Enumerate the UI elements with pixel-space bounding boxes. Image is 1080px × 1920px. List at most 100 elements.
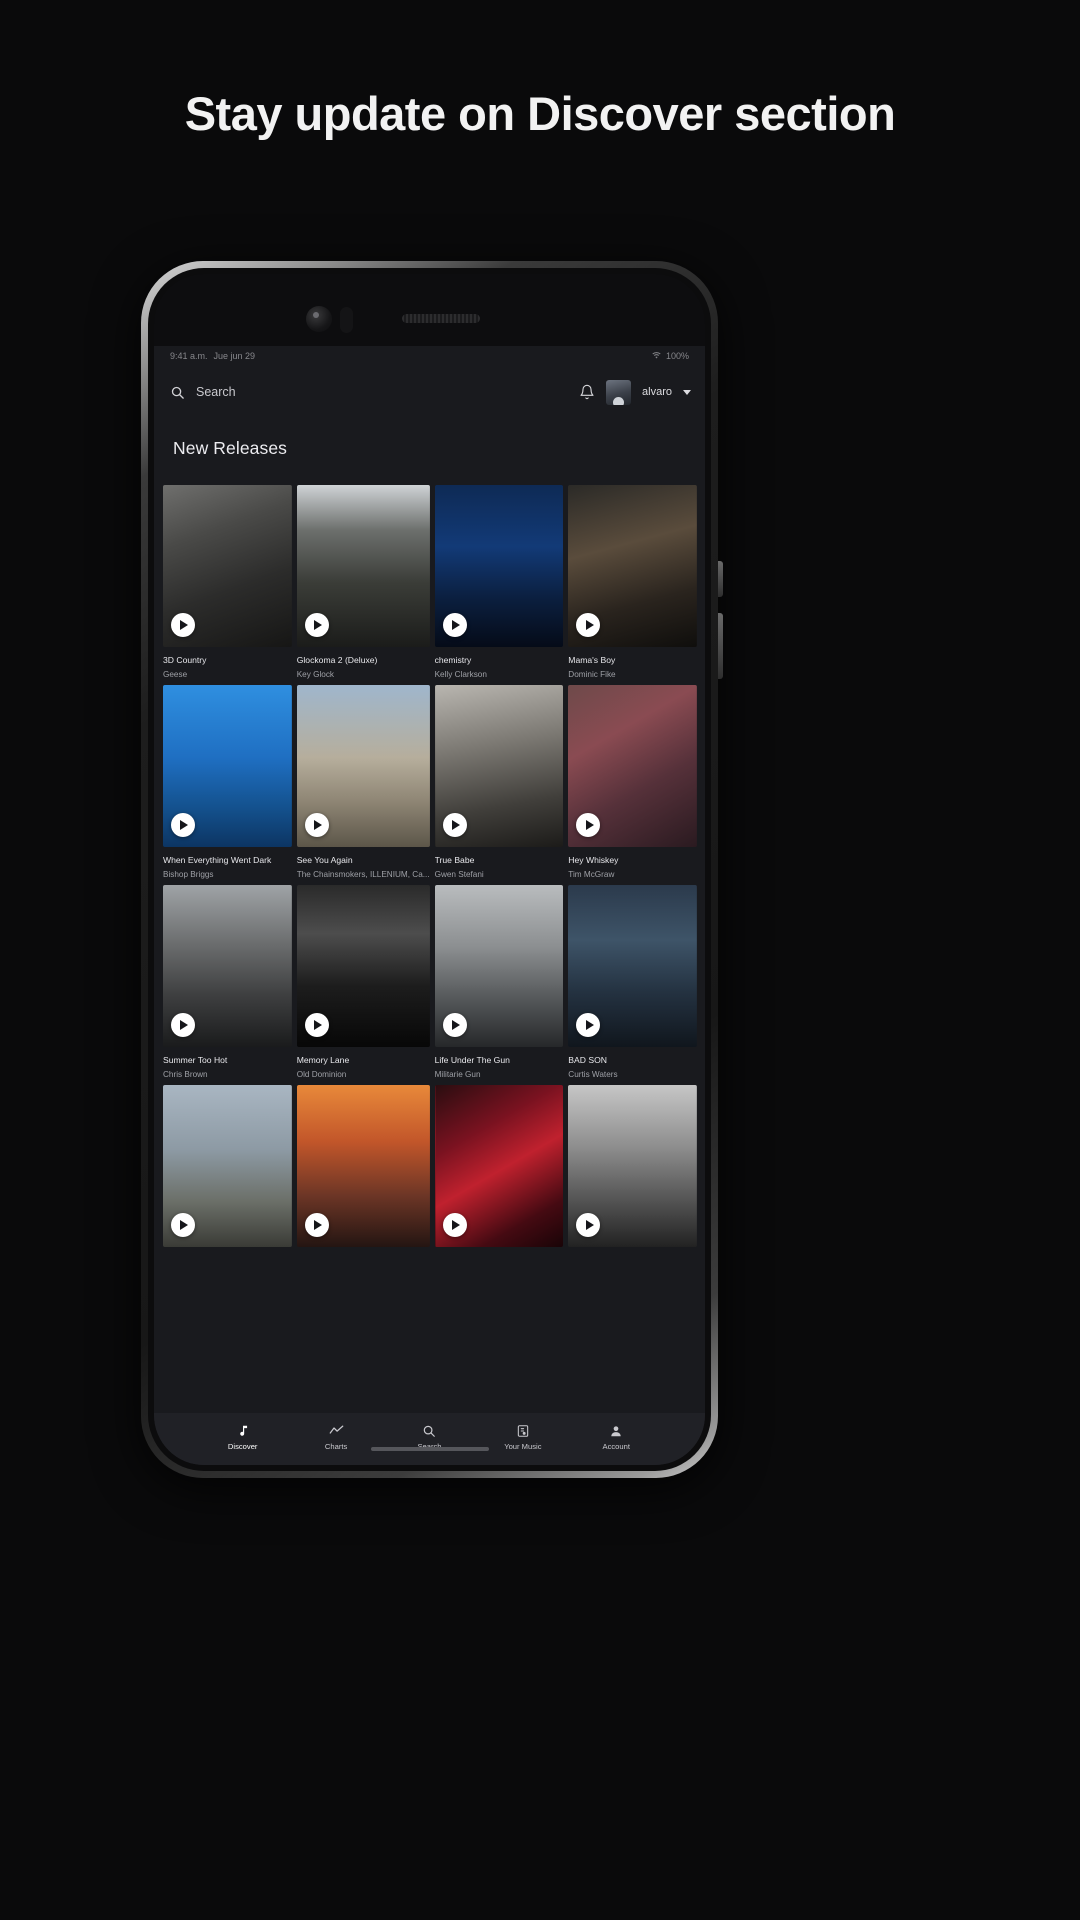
nav-item-account[interactable]: Account [588,1423,644,1451]
album-art[interactable] [434,685,564,847]
album-card[interactable]: Hey Whiskey Tim McGraw [568,685,697,879]
wifi-icon [652,351,661,361]
album-artist: Kelly Clarkson [434,670,487,679]
album-card[interactable]: True Babe Gwen Stefani [434,685,564,879]
album-card[interactable]: Glockoma 2 (Deluxe) Key Glock [296,485,430,679]
album-card[interactable] [568,1085,697,1260]
album-grid: 3D Country Geese Glockoma 2 (Deluxe) Key Gl… [154,459,705,1465]
album-artist: Curtis Waters [568,1070,618,1079]
library-icon [516,1423,530,1438]
album-card[interactable] [163,1085,292,1260]
album-art[interactable] [163,685,292,847]
play-button-icon[interactable] [576,813,601,837]
album-art[interactable] [296,1085,430,1247]
phone-mockup: 9:41 a.m. Jue jun 29 100% Search alvaro … [141,261,723,1478]
album-card[interactable]: Life Under The Gun Militarie Gun [434,885,564,1079]
play-button-icon[interactable] [304,1013,329,1037]
play-button-icon[interactable] [171,813,195,837]
phone-side-button-volume-down [718,613,723,679]
play-button-icon[interactable] [576,613,601,637]
album-art[interactable] [296,885,430,1047]
album-art[interactable] [163,1085,292,1247]
album-artist: Gwen Stefani [434,870,484,879]
album-artist: Key Glock [296,670,335,679]
music-note-icon [236,1423,250,1438]
search-input[interactable] [196,385,396,399]
album-title: Summer Too Hot [163,1055,228,1065]
header-actions: alvaro [579,379,691,405]
play-button-icon[interactable] [442,613,467,637]
phone-bezel: 9:41 a.m. Jue jun 29 100% Search alvaro … [148,268,711,1471]
album-card[interactable]: chemistry Kelly Clarkson [434,485,564,679]
play-button-icon[interactable] [442,1213,467,1237]
album-card[interactable]: Summer Too Hot Chris Brown [163,885,292,1079]
flash-sensor-icon [340,307,353,333]
album-title: 3D Country [163,655,207,665]
album-card[interactable] [296,1085,430,1260]
album-artist: Geese [163,670,188,679]
album-artist: Bishop Briggs [163,870,214,879]
section-title: New Releases [173,438,288,458]
album-art[interactable] [296,485,430,647]
chevron-down-icon[interactable] [683,389,691,395]
album-title: See You Again [296,855,353,865]
play-button-icon[interactable] [442,1013,467,1037]
album-art[interactable] [434,485,564,647]
album-title: When Everything Went Dark [163,855,272,865]
search-bar[interactable] [170,385,579,400]
album-art[interactable] [568,1085,697,1247]
album-art[interactable] [568,485,697,647]
play-button-icon[interactable] [442,813,467,837]
album-card[interactable] [434,1085,564,1260]
album-art[interactable] [163,485,292,647]
status-bar: 9:41 a.m. Jue jun 29 100% [154,346,705,366]
play-button-icon[interactable] [576,1013,601,1037]
search-icon [170,385,185,400]
promo-page: Stay update on Discover section 9:41 a.m… [0,0,1080,1920]
album-art[interactable] [296,685,430,847]
nav-item-charts[interactable]: Charts [308,1423,364,1451]
play-button-icon[interactable] [171,1013,195,1037]
album-artist: Tim McGraw [568,870,615,879]
album-title: BAD SON [568,1055,607,1065]
camera-icon [306,306,332,332]
album-card[interactable]: When Everything Went Dark Bishop Briggs [163,685,292,879]
play-button-icon[interactable] [304,1213,329,1237]
person-icon [609,1423,623,1438]
album-card[interactable]: 3D Country Geese [163,485,292,679]
play-button-icon[interactable] [304,613,329,637]
album-card[interactable]: Memory Lane Old Dominion [296,885,430,1079]
play-button-icon[interactable] [576,1213,601,1237]
nav-item-your-music[interactable]: Your Music [495,1423,551,1451]
play-button-icon[interactable] [304,813,329,837]
play-button-icon[interactable] [171,1213,195,1237]
album-art[interactable] [568,685,697,847]
album-artist: Dominic Fike [568,670,616,679]
album-title: True Babe [434,855,475,865]
bell-icon[interactable] [579,384,595,400]
album-artist: Chris Brown [163,1070,208,1079]
app-header: alvaro [154,366,705,418]
album-card[interactable]: See You Again The Chainsmokers, ILLENIUM,… [296,685,430,879]
nav-item-label: Account [602,1442,630,1451]
album-art[interactable] [434,1085,564,1247]
nav-item-label: Your Music [504,1442,542,1451]
gesture-bar [370,1447,489,1451]
album-art[interactable] [568,885,697,1047]
album-title: Hey Whiskey [568,855,619,865]
status-time: 9:41 a.m. [170,351,208,361]
play-button-icon[interactable] [171,613,195,637]
avatar[interactable] [606,379,632,405]
album-artist: Militarie Gun [434,1070,481,1079]
album-art[interactable] [434,885,564,1047]
album-card[interactable]: BAD SON Curtis Waters [568,885,697,1079]
album-artist: Old Dominion [296,1070,347,1079]
album-art[interactable] [163,885,292,1047]
nav-item-discover[interactable]: Discover [215,1423,271,1451]
nav-item-label: Discover [227,1442,258,1451]
album-card[interactable]: Mama's Boy Dominic Fike [568,485,697,679]
trending-icon [329,1423,344,1438]
earpiece-speaker [402,314,480,323]
phone-side-button-volume-up [718,561,723,597]
phone-screen: 9:41 a.m. Jue jun 29 100% Search alvaro … [154,274,705,1465]
